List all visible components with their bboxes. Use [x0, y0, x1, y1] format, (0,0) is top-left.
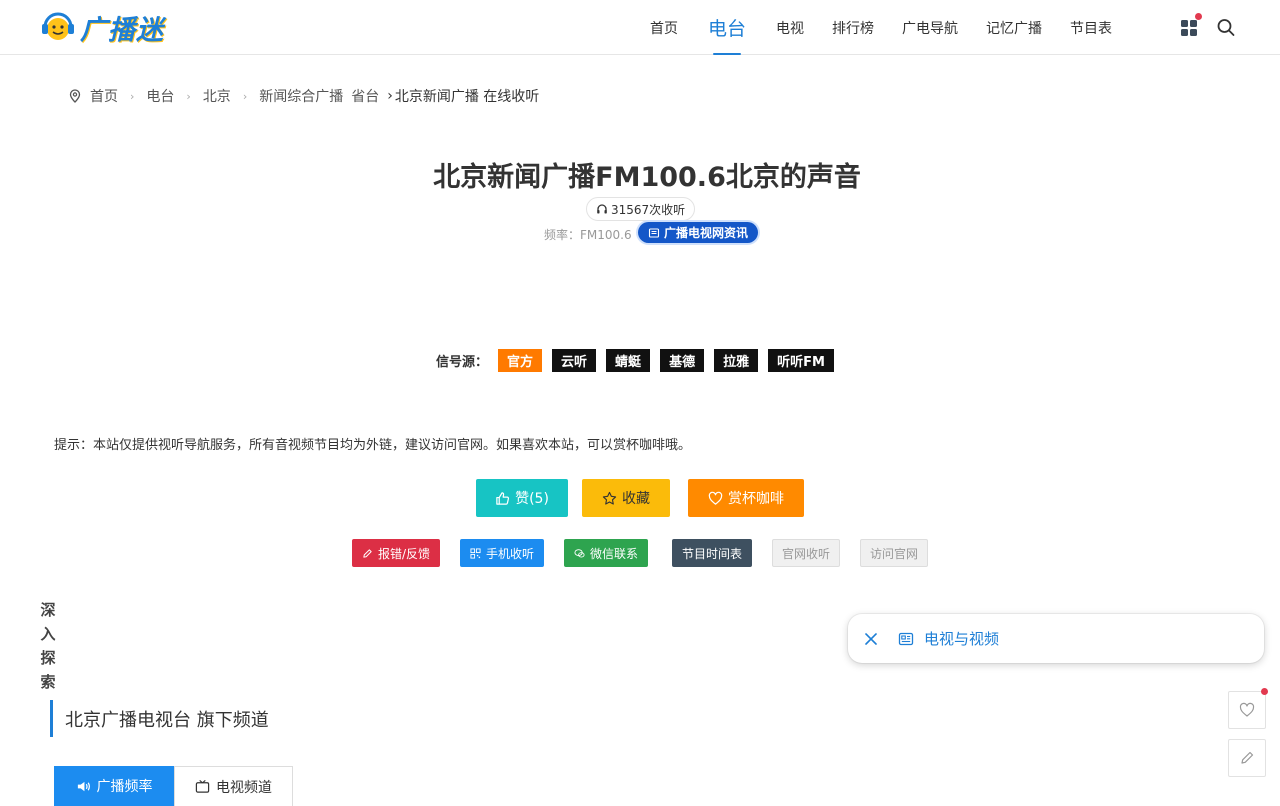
like-button[interactable]: 赞(5) [476, 479, 568, 517]
chevron-right-icon: › [130, 89, 135, 103]
like-label: 赞(5) [515, 491, 549, 507]
tab-tv-channels[interactable]: 电视频道 [174, 766, 293, 806]
listen-count-badge: 31567次收听 [586, 197, 696, 221]
speaker-icon [77, 781, 90, 791]
notification-dot [1195, 13, 1202, 20]
chevron-right-icon: › [186, 89, 191, 103]
explore-char: 深 [40, 601, 56, 619]
tab-radio-frequency[interactable]: 广播频率 [54, 766, 174, 806]
explore-char: 索 [40, 673, 56, 691]
signal-source-label: 信号源： [436, 355, 489, 370]
wechat-label: 微信联系 [589, 546, 638, 561]
nav-schedule[interactable]: 节目表 [1056, 0, 1126, 55]
logo-text: 广播迷 [80, 14, 164, 46]
wechat-contact-button[interactable]: 微信联系 [564, 539, 648, 567]
mobile-listen-button[interactable]: 手机收听 [460, 539, 544, 567]
listen-count: 31567次收听 [611, 202, 686, 217]
breadcrumb-news-general[interactable]: 新闻综合广播 [259, 86, 343, 106]
page-title: 北京新闻广播FM100.6北京的声音 [433, 162, 861, 193]
search-icon[interactable] [1216, 17, 1236, 37]
notification-dot [1261, 688, 1268, 695]
pencil-icon [363, 548, 372, 558]
breadcrumb-current: 北京新闻广播 在线收听 [394, 89, 540, 105]
location-pin-icon [69, 89, 81, 103]
qr-code-icon [470, 547, 481, 559]
tv-video-float-panel: 电视与视频 [848, 614, 1264, 663]
source-yunting[interactable]: 云听 [552, 349, 597, 372]
nav-home[interactable]: 首页 [636, 0, 692, 55]
signal-source-bar: 信号源： 官方 云听 蜻蜓 基德 拉雅 听听FM [436, 349, 844, 372]
nav-ranking[interactable]: 排行榜 [818, 0, 888, 55]
nav-tv[interactable]: 电视 [762, 0, 818, 55]
chevron-right-icon: › [242, 89, 248, 103]
breadcrumb-provincial[interactable]: 省台 [351, 86, 379, 106]
mobile-label: 手机收听 [485, 546, 534, 561]
nav-memory-radio[interactable]: 记忆广播 [972, 0, 1056, 55]
section-title: 北京广播电视台 旗下频道 [50, 700, 269, 737]
star-icon [602, 491, 617, 505]
visit-official-button[interactable]: 访问官网 [860, 539, 928, 567]
favorite-label: 收藏 [622, 491, 650, 507]
source-laya[interactable]: 拉雅 [714, 349, 759, 372]
headphone-smiley-icon [42, 12, 74, 40]
main-nav: 首页 电台 电视 排行榜 广电导航 记忆广播 节目表 [636, 0, 1126, 55]
close-icon[interactable] [864, 632, 878, 646]
thumbs-up-icon [496, 491, 510, 505]
news-icon [648, 227, 660, 238]
coffee-tip-button[interactable]: 赏杯咖啡 [688, 479, 804, 517]
pencil-icon [1241, 751, 1254, 764]
tv-icon [195, 779, 210, 793]
tv-video-link[interactable]: 电视与视频 [924, 628, 999, 649]
source-qingting[interactable]: 蜻蜓 [606, 349, 651, 372]
source-official[interactable]: 官方 [498, 349, 543, 372]
heart-icon [1239, 702, 1255, 717]
tab-tv-label: 电视频道 [216, 779, 272, 796]
explore-char: 探 [40, 649, 56, 667]
news-icon [898, 632, 914, 645]
official-listen-button[interactable]: 官网收听 [772, 539, 840, 567]
breadcrumb: 首页 › 电台 › 北京 › 新闻综合广播 省台 › 北京新闻广播 在线收听 [68, 86, 539, 106]
breadcrumb-radio[interactable]: 电台 [146, 86, 174, 106]
category-badge[interactable]: 广播电视网资讯 [638, 222, 759, 243]
category-label: 广播电视网资讯 [664, 226, 749, 240]
coffee-label: 赏杯咖啡 [728, 491, 784, 507]
heart-icon [708, 491, 723, 505]
apps-grid-icon[interactable] [1179, 17, 1199, 37]
tip-text: 提示：本站仅提供视听导航服务，所有音视频节目均为外链，建议访问官网。如果喜欢本站… [54, 438, 692, 453]
chevron-right-icon: › [387, 88, 393, 104]
site-header: 广播迷 首页 电台 电视 排行榜 广电导航 记忆广播 节目表 [0, 0, 1280, 55]
report-label: 报错/反馈 [377, 546, 431, 561]
breadcrumb-home[interactable]: 首页 [90, 86, 118, 106]
source-jide[interactable]: 基德 [660, 349, 705, 372]
side-favorite-button[interactable] [1228, 691, 1266, 729]
explore-label: 深 入 探 索 [40, 598, 56, 694]
breadcrumb-beijing[interactable]: 北京 [203, 86, 231, 106]
headphones-icon [597, 204, 607, 214]
nav-broadcast-guide[interactable]: 广电导航 [888, 0, 972, 55]
source-tingtingfm[interactable]: 听听FM [768, 349, 834, 372]
frequency-label: 频率：FM100.6 [544, 228, 632, 242]
wechat-icon [574, 548, 585, 558]
nav-radio[interactable]: 电台 [692, 0, 762, 55]
report-feedback-button[interactable]: 报错/反馈 [352, 539, 440, 567]
site-logo[interactable]: 广播迷 [40, 8, 164, 46]
tab-radio-label: 广播频率 [96, 779, 153, 795]
explore-char: 入 [40, 625, 56, 643]
favorite-button[interactable]: 收藏 [582, 479, 670, 517]
program-schedule-button[interactable]: 节目时间表 [672, 539, 752, 567]
side-edit-button[interactable] [1228, 739, 1266, 777]
